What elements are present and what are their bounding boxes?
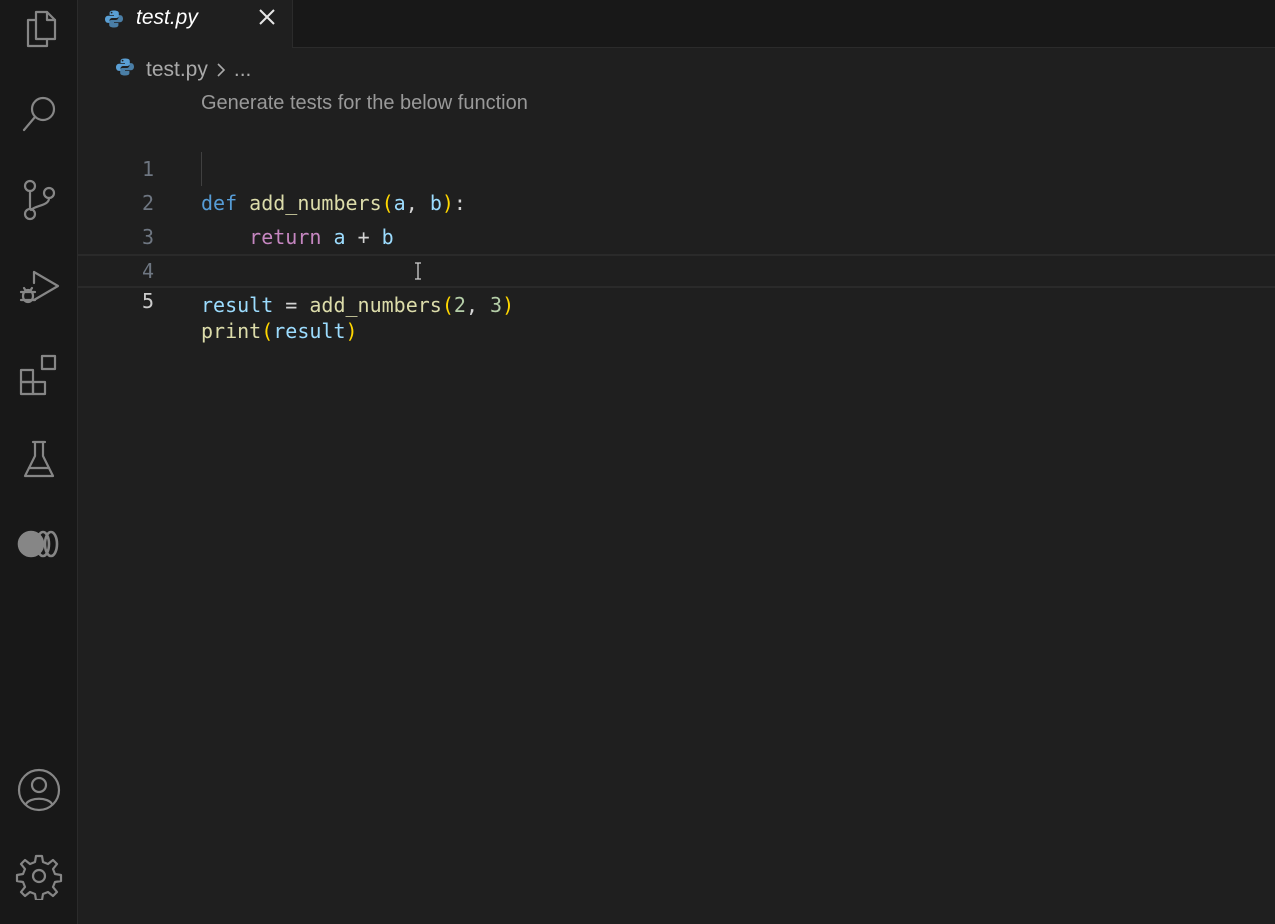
code-content: print(result) <box>201 319 358 343</box>
editor-tab-strip: test.py <box>78 0 1275 48</box>
testing-icon <box>15 434 63 486</box>
source-control-button[interactable] <box>0 172 77 232</box>
source-control-icon <box>15 176 63 228</box>
current-code-line: 5 print(result) <box>78 254 1275 343</box>
extensions-icon <box>15 348 63 400</box>
search-icon <box>15 90 63 142</box>
code-line: 2 return a + b <box>78 152 1275 249</box>
tab-test-py[interactable]: test.py <box>78 0 293 48</box>
line-number: 5 <box>141 289 154 313</box>
breadcrumb-file[interactable]: test.py <box>146 58 208 82</box>
search-button[interactable] <box>0 86 77 146</box>
breadcrumb: test.py ... <box>115 56 251 84</box>
python-icon <box>115 57 135 83</box>
text-cursor-icon <box>413 262 423 280</box>
close-icon <box>259 9 275 25</box>
run-debug-button[interactable] <box>0 258 77 318</box>
breadcrumb-more[interactable]: ... <box>234 58 252 82</box>
account-icon <box>15 766 63 818</box>
code-editor[interactable]: Generate tests for the below function 1 … <box>78 90 1275 924</box>
code-line: 3 <box>78 186 1275 249</box>
vscode-window: test.py test.py ... Generate tests for t… <box>0 0 1275 924</box>
remote-explorer-icon <box>15 520 63 572</box>
account-button[interactable] <box>0 762 77 822</box>
testing-button[interactable] <box>0 430 77 490</box>
explorer-icon <box>15 4 63 56</box>
chevron-right-icon <box>214 60 228 80</box>
extensions-button[interactable] <box>0 344 77 404</box>
tab-label: test.py <box>136 6 198 29</box>
close-tab-button[interactable] <box>256 6 278 28</box>
codelens-generate-tests[interactable]: Generate tests for the below function <box>201 92 528 115</box>
settings-gear-icon <box>15 852 63 904</box>
activity-bar <box>0 0 78 924</box>
python-icon <box>104 9 124 33</box>
code-line: 4 result = add_numbers(2, 3) <box>78 220 1275 317</box>
settings-button[interactable] <box>0 848 77 908</box>
explorer-button[interactable] <box>0 0 77 60</box>
run-debug-icon <box>15 262 63 314</box>
code-line: 1 def add_numbers(a, b): <box>78 118 1275 215</box>
remote-explorer-button[interactable] <box>0 516 77 576</box>
